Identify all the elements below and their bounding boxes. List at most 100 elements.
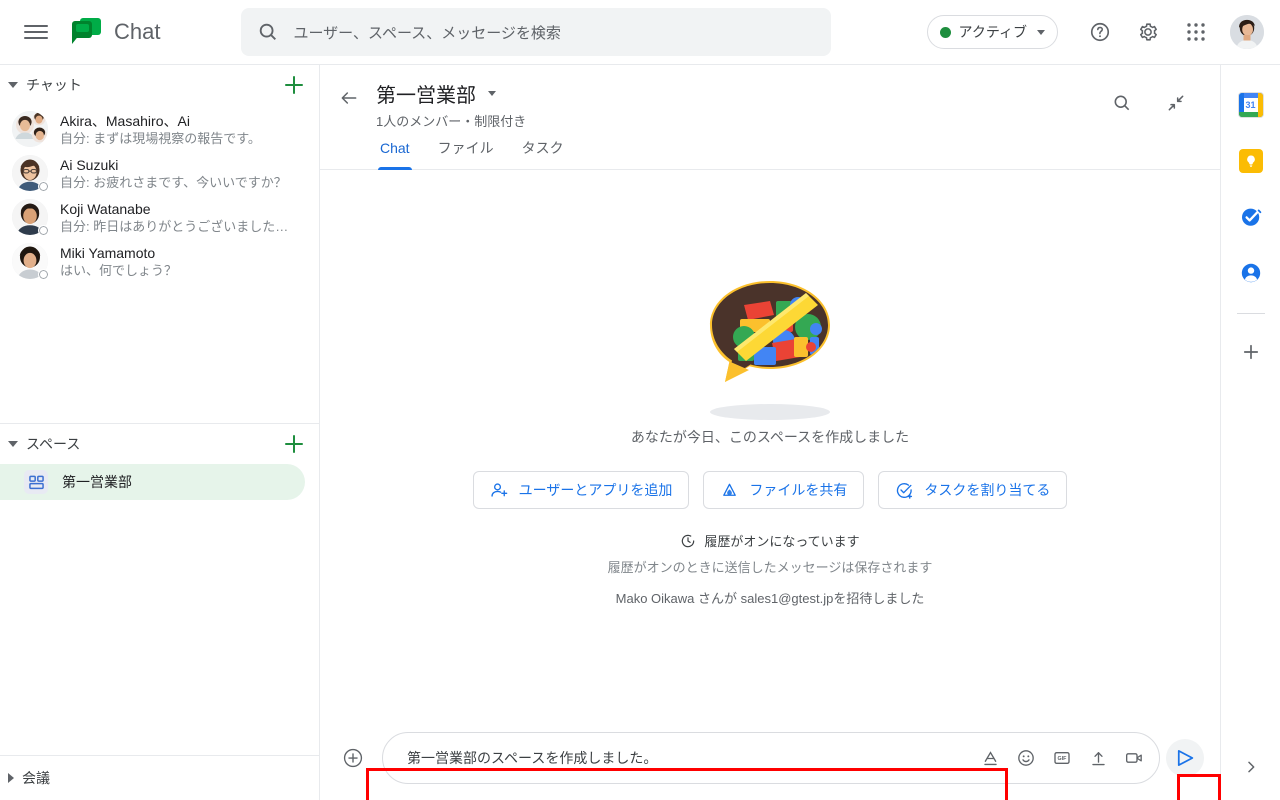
arrow-left-icon bbox=[341, 92, 357, 104]
search-input[interactable]: ユーザー、スペース、メッセージを検索 bbox=[293, 22, 560, 43]
top-bar: Chat ユーザー、スペース、メッセージを検索 アクティブ bbox=[0, 0, 1280, 64]
add-people-button[interactable]: ユーザーとアプリを追加 bbox=[472, 471, 690, 509]
chevron-down-icon bbox=[1037, 29, 1045, 35]
list-item[interactable]: Miki Yamamoto はい、何でしょう？ bbox=[0, 239, 305, 283]
search-box[interactable]: ユーザー、スペース、メッセージを検索 bbox=[241, 8, 832, 56]
plus-circle-icon bbox=[343, 748, 363, 768]
list-item-snippet: はい、何でしょう？ bbox=[60, 262, 178, 278]
composer-area: GIF bbox=[320, 732, 1220, 800]
right-rail: 31 bbox=[1220, 64, 1280, 800]
upload-button[interactable] bbox=[1081, 741, 1115, 775]
assign-task-button[interactable]: タスクを割り当てる bbox=[878, 471, 1068, 509]
apps-grid-button[interactable] bbox=[1176, 12, 1216, 52]
body: チャット Akira、Masahiro、Ai 自分: まずは現場視察の報告です。… bbox=[0, 64, 1280, 800]
avatar bbox=[12, 243, 49, 280]
space-subtitle: 1人のメンバー・制限付き bbox=[376, 114, 527, 129]
tab-chat[interactable]: Chat bbox=[366, 138, 424, 170]
rail-add-button[interactable] bbox=[1231, 332, 1271, 372]
list-item-title: Miki Yamamoto bbox=[60, 244, 156, 261]
send-arrow-icon bbox=[1177, 749, 1194, 767]
collapse-button[interactable] bbox=[1156, 83, 1196, 123]
top-bar-actions: アクティブ bbox=[926, 12, 1280, 52]
chat-section-header[interactable]: チャット bbox=[0, 65, 319, 105]
space-title-block: 第一営業部 1人のメンバー・制限付き bbox=[376, 79, 1098, 130]
person-add-icon bbox=[491, 482, 507, 497]
format-text-icon bbox=[983, 750, 997, 765]
composer-input[interactable] bbox=[407, 750, 973, 766]
svg-text:GIF: GIF bbox=[1058, 756, 1068, 762]
integration-menu-button[interactable] bbox=[336, 741, 370, 775]
sidebar-item-space-first-sales[interactable]: 第一営業部 bbox=[0, 464, 305, 500]
list-item-title: Koji Watanabe bbox=[60, 200, 151, 217]
rail-item-contacts[interactable] bbox=[1231, 253, 1271, 293]
list-item[interactable]: Akira、Masahiro、Ai 自分: まずは現場視察の報告です。 bbox=[0, 107, 305, 151]
drive-icon bbox=[723, 483, 737, 496]
emoji-button[interactable] bbox=[1009, 741, 1043, 775]
avatar bbox=[12, 111, 48, 147]
new-chat-button[interactable] bbox=[283, 74, 305, 96]
space-tabs: Chat ファイル タスク bbox=[320, 130, 1220, 170]
tab-tasks[interactable]: タスク bbox=[508, 138, 578, 169]
presence-offline-icon bbox=[38, 225, 49, 236]
add-people-label: ユーザーとアプリを追加 bbox=[518, 482, 673, 498]
meet-section: 会議 bbox=[0, 755, 319, 800]
emoji-icon bbox=[1018, 750, 1034, 766]
created-text: あなたが今日、このスペースを作成しました bbox=[630, 429, 910, 445]
left-sidebar: チャット Akira、Masahiro、Ai 自分: まずは現場視察の報告です。… bbox=[0, 64, 320, 800]
list-item[interactable]: Ai Suzuki 自分: お疲れさまです、今いいですか？ bbox=[0, 151, 305, 195]
status-label: アクティブ bbox=[958, 24, 1027, 40]
triangle-down-icon bbox=[8, 441, 18, 447]
list-item-text: Koji Watanabe 自分: 昨日はありがとうございました… bbox=[60, 200, 289, 235]
send-button[interactable] bbox=[1166, 739, 1204, 777]
contacts-person-icon bbox=[1241, 263, 1260, 283]
list-item-text: Ai Suzuki 自分: お疲れさまです、今いいですか？ bbox=[60, 156, 289, 191]
format-text-button[interactable] bbox=[973, 741, 1007, 775]
triangle-right-icon bbox=[8, 773, 14, 783]
rail-item-calendar[interactable]: 31 bbox=[1231, 85, 1271, 125]
sidebar-item-label: 第一営業部 bbox=[62, 474, 132, 490]
history-subtitle: 履歴がオンのときに送信したメッセージは保存されます bbox=[607, 560, 933, 575]
list-item-title: Akira、Masahiro、Ai bbox=[60, 112, 190, 129]
search-area: ユーザー、スペース、メッセージを検索 bbox=[241, 8, 832, 56]
space-search-button[interactable] bbox=[1102, 83, 1142, 123]
composer-tools: GIF bbox=[973, 741, 1151, 775]
space-header: 第一営業部 1人のメンバー・制限付き bbox=[320, 65, 1220, 130]
empty-state-actions: ユーザーとアプリを追加 ファイルを共有 タスクを割り当てる bbox=[472, 471, 1068, 509]
app-name: Chat bbox=[114, 19, 161, 44]
help-button[interactable] bbox=[1080, 12, 1120, 52]
list-item-snippet: 自分: 昨日はありがとうございました… bbox=[60, 218, 289, 234]
gif-button[interactable]: GIF bbox=[1045, 741, 1079, 775]
main-menu-icon[interactable] bbox=[24, 20, 48, 44]
avatar-photo-icon bbox=[1230, 15, 1264, 49]
apps-grid-icon bbox=[1187, 23, 1205, 41]
assign-task-label: タスクを割り当てる bbox=[924, 482, 1051, 498]
keep-bulb-icon bbox=[1238, 149, 1263, 173]
new-space-button[interactable] bbox=[283, 433, 305, 455]
tab-files[interactable]: ファイル bbox=[424, 138, 508, 169]
meet-section-header[interactable]: 会議 bbox=[0, 756, 319, 800]
search-icon bbox=[1114, 95, 1130, 111]
presence-status-button[interactable]: アクティブ bbox=[926, 15, 1058, 49]
triangle-down-icon bbox=[8, 82, 18, 88]
chevron-down-icon bbox=[488, 91, 496, 96]
calendar-icon: 31 bbox=[1238, 93, 1263, 117]
expand-side-panel-button[interactable] bbox=[1234, 750, 1268, 784]
space-title-button[interactable]: 第一営業部 bbox=[376, 79, 1098, 108]
presence-offline-icon bbox=[38, 181, 49, 192]
back-button[interactable] bbox=[332, 81, 366, 115]
settings-button[interactable] bbox=[1128, 12, 1168, 52]
share-file-button[interactable]: ファイルを共有 bbox=[703, 471, 865, 509]
google-chat-app: Chat ユーザー、スペース、メッセージを検索 アクティブ チャット Akira… bbox=[0, 0, 1280, 800]
spaces-section-header[interactable]: スペース bbox=[0, 424, 319, 464]
speech-bubble-blocks-icon bbox=[710, 281, 830, 382]
calendar-day-number: 31 bbox=[1243, 98, 1258, 112]
plus-icon bbox=[1243, 344, 1258, 360]
list-item[interactable]: Koji Watanabe 自分: 昨日はありがとうございました… bbox=[0, 195, 305, 239]
video-meeting-button[interactable] bbox=[1117, 741, 1151, 775]
account-avatar[interactable] bbox=[1230, 15, 1264, 49]
rail-item-keep[interactable] bbox=[1231, 141, 1271, 181]
divider bbox=[1236, 313, 1265, 314]
rail-item-tasks[interactable] bbox=[1231, 197, 1271, 237]
gear-icon bbox=[1139, 23, 1157, 41]
